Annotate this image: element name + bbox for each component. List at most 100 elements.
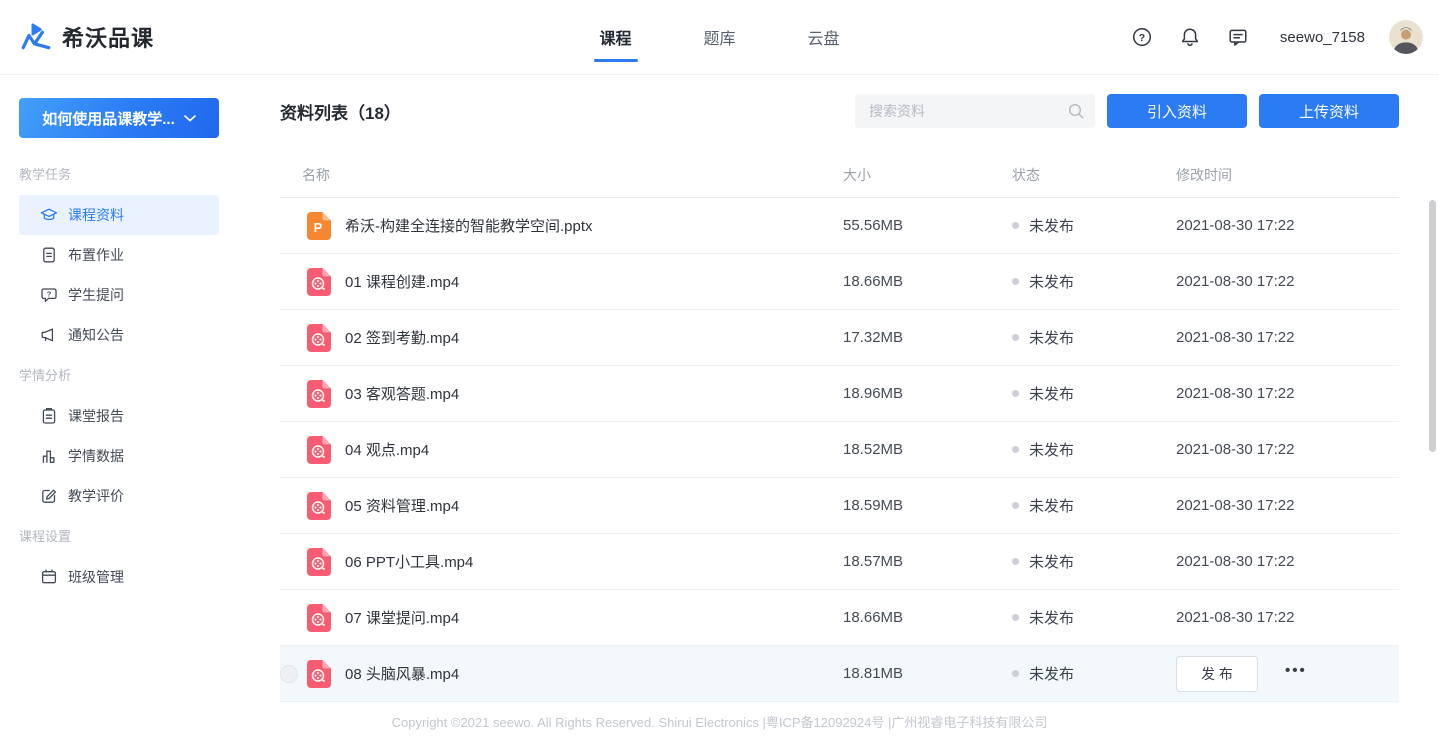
sidebar-item-course-materials[interactable]: 课程资料 [19,195,219,235]
table-body: P希沃-构建全连接的智能教学空间.pptx55.56MB未发布2021-08-3… [280,198,1399,702]
logo-icon [20,21,52,53]
sidebar-item-class-management[interactable]: 班级管理 [19,557,219,597]
file-name[interactable]: 06 PPT小工具.mp4 [345,551,473,572]
table-row[interactable]: 05 资料管理.mp418.59MB未发布2021-08-30 17:22 [280,478,1399,534]
table-row[interactable]: 02 签到考勤.mp417.32MB未发布2021-08-30 17:22 [280,310,1399,366]
help-icon[interactable]: ? [1130,25,1154,49]
name-cell: 01 课程创建.mp4 [302,268,843,296]
file-name[interactable]: 05 资料管理.mp4 [345,495,459,516]
status-dot [1012,614,1019,621]
message-icon[interactable] [1226,25,1250,49]
table-row[interactable]: 04 观点.mp418.52MB未发布2021-08-30 17:22 [280,422,1399,478]
sidebar-item-label: 班级管理 [68,567,124,587]
file-status: 未发布 [1012,439,1176,460]
edit-icon [40,487,58,505]
tab-cloud-drive[interactable]: 云盘 [806,0,842,74]
logo[interactable]: 希沃品课 [20,21,154,53]
row-checkbox[interactable] [280,665,298,683]
sidebar-item-class-reports[interactable]: 课堂报告 [19,396,219,436]
table-row[interactable]: 01 课程创建.mp418.66MB未发布2021-08-30 17:22 [280,254,1399,310]
modified-time: 2021-08-30 17:22 [1176,441,1399,458]
name-cell: 04 观点.mp4 [302,436,843,464]
username[interactable]: seewo_7158 [1280,29,1365,46]
table-row[interactable]: 03 客观答题.mp418.96MB未发布2021-08-30 17:22 [280,366,1399,422]
file-size: 18.81MB [843,665,1012,682]
sidebar-item-assign-homework[interactable]: 布置作业 [19,235,219,275]
toolbar-right: 引入资料 上传资料 [855,94,1399,128]
file-name[interactable]: 01 课程创建.mp4 [345,271,459,292]
search-box[interactable] [855,94,1095,128]
file-status: 未发布 [1012,383,1176,404]
question-bubble-icon: ? [40,286,58,304]
toolbar: 资料列表（18） 引入资料 上传资料 [280,94,1399,128]
video-file-icon [307,436,331,464]
file-status: 未发布 [1012,551,1176,572]
tab-question-bank[interactable]: 题库 [701,0,737,74]
body-wrap: 如何使用品课教学... 教学任务课程资料布置作业?学生提问通知公告学情分析课堂报… [0,75,1439,721]
status-dot [1012,222,1019,229]
svg-text:?: ? [1139,32,1145,44]
footer: Copyright ©2021 seewo. All Rights Reserv… [0,712,1439,731]
course-guide-label: 如何使用品课教学... [42,108,175,129]
materials-table: 名称大小状态修改时间 P希沃-构建全连接的智能教学空间.pptx55.56MB未… [280,152,1399,702]
publish-button[interactable]: 发 布 [1176,656,1258,692]
megaphone-icon [40,326,58,344]
file-status: 未发布 [1012,327,1176,348]
table-row[interactable]: P希沃-构建全连接的智能教学空间.pptx55.56MB未发布2021-08-3… [280,198,1399,254]
tab-courses[interactable]: 课程 [597,0,633,74]
header-tabs: 课程题库云盘 [597,0,841,74]
table-row[interactable]: 06 PPT小工具.mp418.57MB未发布2021-08-30 17:22 [280,534,1399,590]
file-name[interactable]: 07 课堂提问.mp4 [345,607,459,628]
file-status: 未发布 [1012,215,1176,236]
video-file-icon [307,380,331,408]
column-header: 修改时间 [1176,165,1399,185]
status-dot [1012,278,1019,285]
sidebar-sections: 教学任务课程资料布置作业?学生提问通知公告学情分析课堂报告学情数据教学评价课程设… [0,164,238,597]
sidebar-item-learning-data[interactable]: 学情数据 [19,436,219,476]
file-name[interactable]: 04 观点.mp4 [345,439,429,460]
status-dot [1012,670,1019,677]
modified-time: 2021-08-30 17:22 [1176,553,1399,570]
page-title: 资料列表（18） [280,99,401,124]
modified-time: 2021-08-30 17:22 [1176,609,1399,626]
file-name[interactable]: 03 客观答题.mp4 [345,383,459,404]
search-icon [1068,103,1084,119]
video-file-icon [307,548,331,576]
avatar[interactable] [1389,20,1423,54]
sidebar-item-label: 学生提问 [68,285,124,305]
clipboard-icon [40,407,58,425]
file-name[interactable]: 08 头脑风暴.mp4 [345,663,459,684]
table-row[interactable]: 08 头脑风暴.mp418.81MB未发布发 布••• [280,646,1399,702]
upload-button[interactable]: 上传资料 [1259,94,1399,128]
video-file-icon [307,268,331,296]
sidebar-section-title: 教学任务 [19,164,238,183]
table-row[interactable]: 07 课堂提问.mp418.66MB未发布2021-08-30 17:22 [280,590,1399,646]
name-cell: 06 PPT小工具.mp4 [302,548,843,576]
chevron-down-icon [184,115,196,122]
sidebar-item-teaching-evaluation[interactable]: 教学评价 [19,476,219,516]
video-file-icon [307,324,331,352]
course-guide-button[interactable]: 如何使用品课教学... [19,98,219,138]
document-icon [40,246,58,264]
import-button[interactable]: 引入资料 [1107,94,1247,128]
modified-time: 2021-08-30 17:22 [1176,385,1399,402]
name-cell: 02 签到考勤.mp4 [302,324,843,352]
name-cell: 07 课堂提问.mp4 [302,604,843,632]
sidebar-item-label: 通知公告 [68,325,124,345]
sidebar-item-student-questions[interactable]: ? 学生提问 [19,275,219,315]
row-actions: 发 布 ••• [1176,656,1399,692]
file-name[interactable]: 02 签到考勤.mp4 [345,327,459,348]
file-name[interactable]: 希沃-构建全连接的智能教学空间.pptx [345,215,593,236]
scrollbar[interactable] [1429,200,1436,452]
search-input[interactable] [855,94,1095,128]
sidebar-section-title: 课程设置 [19,526,238,545]
svg-text:?: ? [47,290,52,299]
notification-icon[interactable] [1178,25,1202,49]
more-actions-button[interactable]: ••• [1285,663,1307,684]
main-content: 资料列表（18） 引入资料 上传资料 名称大小状态修改时间 P希沃-构建全连接的… [238,75,1439,721]
status-dot [1012,502,1019,509]
file-size: 18.66MB [843,273,1012,290]
file-status: 未发布 [1012,495,1176,516]
file-size: 55.56MB [843,217,1012,234]
sidebar-item-notice-announcements[interactable]: 通知公告 [19,315,219,355]
